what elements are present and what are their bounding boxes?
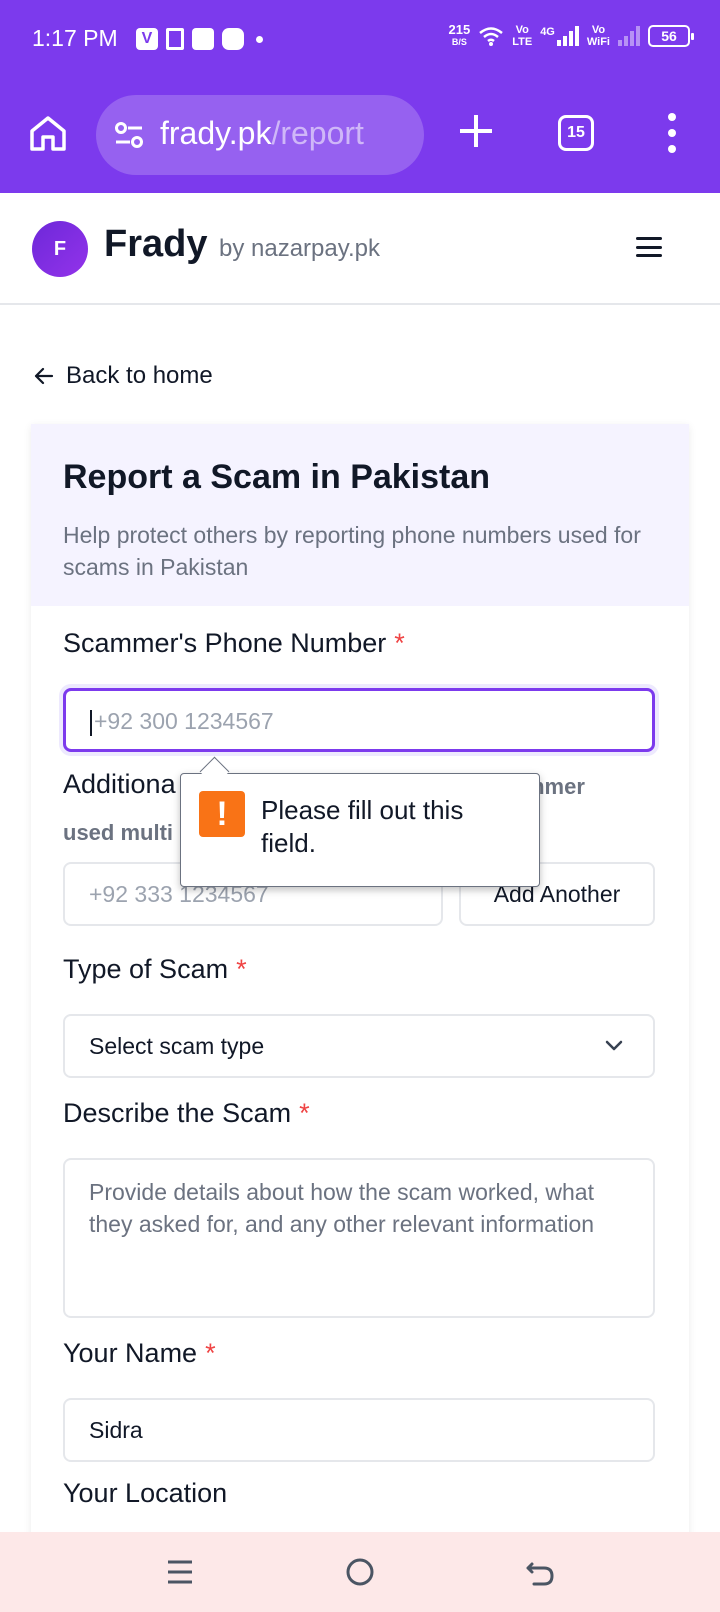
battery-icon: 56 xyxy=(648,25,694,47)
form-title: Report a Scam in Pakistan xyxy=(63,458,491,496)
vowifi-label: Vo WiFi xyxy=(587,24,610,48)
url-text[interactable]: frady.pk/report xyxy=(160,115,364,152)
additional-numbers-label: Additiona xyxy=(63,769,176,799)
validation-message: Please fill out this field. xyxy=(261,795,464,858)
required-mark: * xyxy=(394,628,405,658)
net-speed: 215 B/S xyxy=(448,22,471,48)
back-link-label: Back to home xyxy=(66,362,213,389)
signal-4g: 4G xyxy=(540,26,579,46)
arrow-left-icon xyxy=(34,367,54,385)
describe-label: Describe the Scam * xyxy=(63,1098,310,1129)
tab-switcher-button[interactable]: 15 xyxy=(558,115,594,151)
browser-toolbar: frady.pk/report 15 xyxy=(0,95,720,175)
site-logo[interactable]: F xyxy=(32,221,88,277)
vowifi-bottom: WiFi xyxy=(586,36,610,48)
scam-type-select[interactable]: Select scam type xyxy=(63,1014,655,1078)
battery-level: 56 xyxy=(661,28,677,44)
your-name-input[interactable]: Sidra xyxy=(63,1398,655,1462)
name-label-text: Your Name xyxy=(63,1338,198,1368)
back-arrow-icon[interactable] xyxy=(522,1554,558,1590)
location-label: Your Location xyxy=(63,1478,228,1508)
report-form-card: Report a Scam in Pakistan Help protect o… xyxy=(31,424,689,1612)
signal-label: 4G xyxy=(540,26,555,38)
signal-bars-dim-icon xyxy=(618,26,640,46)
wifi-icon xyxy=(479,27,504,46)
media-app-icon xyxy=(166,28,184,50)
form-header: Report a Scam in Pakistan Help protect o… xyxy=(31,424,689,606)
back-to-home-link[interactable]: Back to home xyxy=(34,362,213,390)
scammer-phone-input[interactable]: +92 300 1234567 xyxy=(63,688,655,752)
status-right-icons: 215 B/S Vo LTE 4G Vo WiFi 56 xyxy=(448,22,694,48)
volte-bottom: LTE xyxy=(512,36,533,48)
phone-label-text: Scammer's Phone Number xyxy=(63,628,387,658)
name-label: Your Name * xyxy=(63,1338,216,1369)
home-circle-icon[interactable] xyxy=(342,1554,378,1590)
scam-type-label-text: Type of Scam xyxy=(63,954,229,984)
scam-description-textarea[interactable]: Provide details about how the scam worke… xyxy=(63,1158,655,1318)
site-settings-icon[interactable] xyxy=(114,121,144,149)
brand-name[interactable]: Frady xyxy=(104,223,207,266)
volte-top: Vo xyxy=(515,24,529,36)
text-caret xyxy=(90,709,92,736)
status-bar: 1:17 PM V 215 B/S Vo LTE 4G Vo WiFi 56 xyxy=(0,0,720,80)
chevron-down-icon xyxy=(605,1040,623,1051)
required-mark: * xyxy=(299,1098,310,1128)
signal-bars-icon xyxy=(556,26,579,46)
new-tab-plus-icon[interactable] xyxy=(458,113,494,149)
browser-menu-icon[interactable] xyxy=(664,113,680,153)
net-speed-unit: B/S xyxy=(451,37,467,47)
form-subtitle: Help protect others by reporting phone n… xyxy=(63,522,641,580)
required-mark: * xyxy=(236,954,247,984)
scam-type-value: Select scam type xyxy=(89,1033,265,1059)
brand-byline: by nazarpay.pk xyxy=(219,235,380,262)
hamburger-menu-icon[interactable] xyxy=(636,237,662,257)
address-bar[interactable]: frady.pk/report xyxy=(96,95,424,175)
phone-placeholder: +92 300 1234567 xyxy=(94,708,274,734)
more-notifications-dot-icon xyxy=(256,35,263,43)
scam-type-label: Type of Scam * xyxy=(63,954,247,985)
v-app-icon: V xyxy=(136,28,158,50)
app-square-icon xyxy=(192,28,214,50)
describe-label-text: Describe the Scam xyxy=(63,1098,292,1128)
notification-icons: V xyxy=(136,28,263,50)
url-host: frady.pk xyxy=(160,115,272,151)
net-speed-value: 215 xyxy=(448,22,471,37)
additional-hint-left: used multi xyxy=(63,820,174,845)
status-time: 1:17 PM xyxy=(32,25,118,51)
volte-label: Vo LTE xyxy=(512,24,532,48)
browser-top-area: 1:17 PM V 215 B/S Vo LTE 4G Vo WiFi 56 f… xyxy=(0,0,720,193)
site-header: F Frady by nazarpay.pk xyxy=(0,193,720,305)
required-mark: * xyxy=(205,1338,216,1368)
vowifi-top: Vo xyxy=(591,24,606,36)
validation-tooltip: ! Please fill out this field. xyxy=(180,773,540,887)
recent-apps-menu-icon[interactable] xyxy=(162,1554,198,1590)
system-navigation-bar xyxy=(0,1532,720,1612)
app-rounded-icon xyxy=(222,28,244,50)
phone-label: Scammer's Phone Number * xyxy=(63,628,405,659)
home-icon[interactable] xyxy=(28,113,68,153)
warning-icon: ! xyxy=(199,791,245,837)
url-path: /report xyxy=(271,115,364,151)
